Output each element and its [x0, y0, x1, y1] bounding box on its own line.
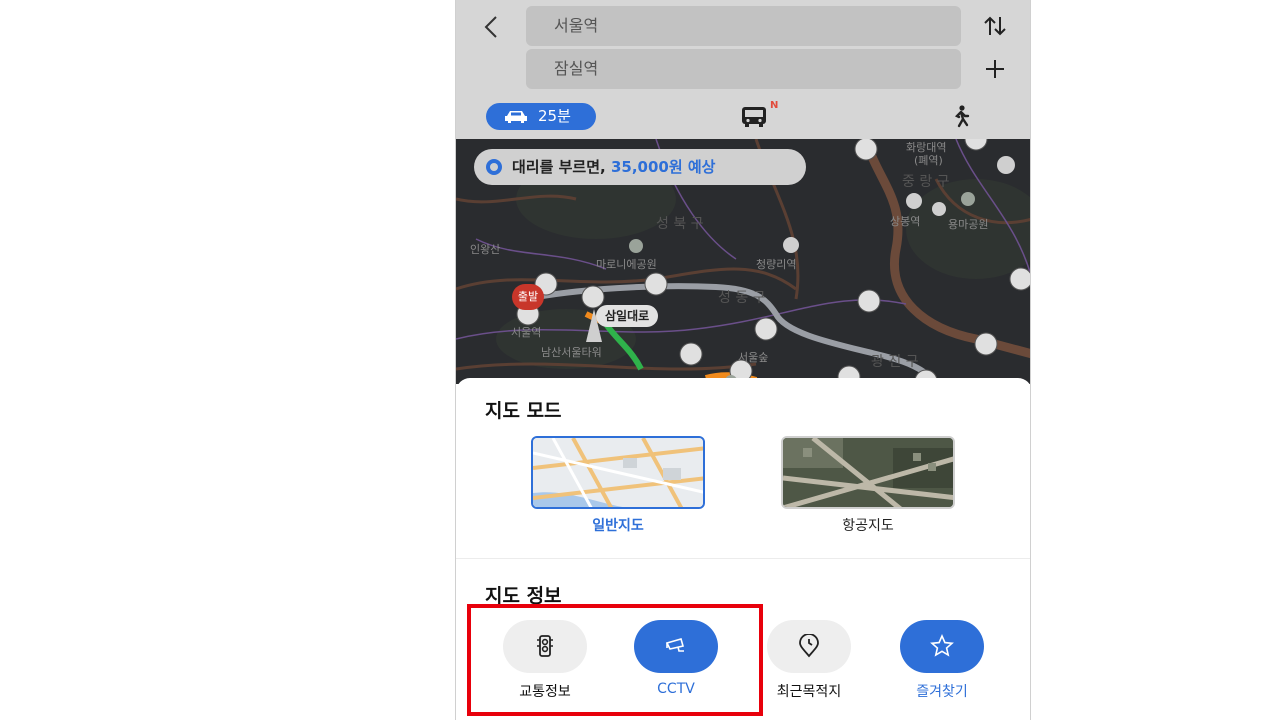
star-icon	[930, 634, 954, 657]
map-label-jungnang: 중 랑 구	[902, 174, 950, 190]
car-duration: 25분	[538, 107, 571, 125]
aerial-map-option[interactable]	[781, 436, 955, 509]
recent-destinations-button[interactable]	[767, 620, 851, 673]
traffic-label: 교통정보	[519, 684, 571, 700]
driver-banner-text: 대리를 부르면,	[512, 158, 611, 176]
aerial-map-label: 항공지도	[842, 518, 894, 534]
map-mode-title: 지도 모드	[485, 400, 562, 422]
phone-screen: 서울역 잠실역 25분 N 대리를 부르면, 35,000원 예상 화랑대역 (…	[455, 0, 1031, 720]
swap-vertical-icon[interactable]	[980, 11, 1010, 41]
map-label-naksan: 마로니에공원	[596, 258, 657, 271]
map-label-closed: (폐역)	[914, 154, 943, 167]
driver-banner-price: 35,000원 예상	[610, 158, 716, 176]
car-icon	[505, 111, 527, 123]
walk-icon	[954, 105, 970, 128]
tab-transit[interactable]: N	[740, 100, 784, 128]
map-settings-sheet: 지도 모드 일반지도 항공지도 지도 정보 교통정보 CCTV 최근목적지 즐겨…	[456, 378, 1030, 720]
route-header: 서울역 잠실역 25분 N	[456, 0, 1030, 139]
map-label-gwangjin: 광 진 구	[871, 354, 919, 370]
origin-input[interactable]: 서울역	[526, 6, 961, 46]
normal-map-thumbnail	[533, 438, 703, 507]
normal-map-label: 일반지도	[592, 518, 644, 534]
favorites-button[interactable]	[900, 620, 984, 673]
aerial-map-thumbnail	[783, 438, 953, 507]
map-label-sangbong: 상봉역	[890, 215, 921, 228]
bus-icon	[742, 107, 766, 127]
map-label-cheongnyangni: 청량리역	[756, 258, 797, 271]
tab-car[interactable]: 25분	[486, 103, 596, 130]
road-label: 삼일대로	[596, 305, 659, 327]
cctv-toggle[interactable]	[634, 620, 718, 673]
map-view[interactable]: 대리를 부르면, 35,000원 예상 화랑대역 (폐역) 상봉역 용마공원 인…	[456, 139, 1030, 384]
map-label-seoul-station: 서울역	[511, 326, 542, 339]
map-label-seoulsup: 서울숲	[738, 351, 769, 364]
recent-pin-icon	[799, 634, 819, 658]
steering-wheel-icon	[486, 159, 502, 175]
driver-service-banner[interactable]: 대리를 부르면, 35,000원 예상	[474, 149, 806, 185]
map-label-inwangsan: 인왕산	[470, 243, 501, 256]
map-label-yongma: 용마공원	[948, 218, 989, 231]
cctv-icon	[665, 638, 685, 652]
map-label-namsan: 남산서울타워	[541, 346, 602, 359]
normal-map-option[interactable]	[531, 436, 705, 509]
new-badge: N	[770, 100, 779, 111]
plus-icon[interactable]	[980, 54, 1010, 84]
recent-destinations-label: 최근목적지	[776, 684, 842, 700]
chevron-left-icon[interactable]	[480, 12, 504, 42]
cctv-label: CCTV	[657, 681, 695, 697]
traffic-toggle[interactable]	[503, 620, 587, 673]
map-label-seongdong: 성 동 구	[718, 290, 766, 306]
map-label-seongbuk: 성 북 구	[656, 216, 704, 232]
tab-walk[interactable]	[950, 104, 972, 128]
destination-input[interactable]: 잠실역	[526, 49, 961, 89]
divider	[456, 558, 1030, 559]
favorites-label: 즐겨찾기	[916, 684, 968, 700]
map-info-title: 지도 정보	[485, 585, 562, 607]
start-marker[interactable]: 출발	[512, 284, 544, 310]
traffic-light-icon	[537, 635, 553, 657]
